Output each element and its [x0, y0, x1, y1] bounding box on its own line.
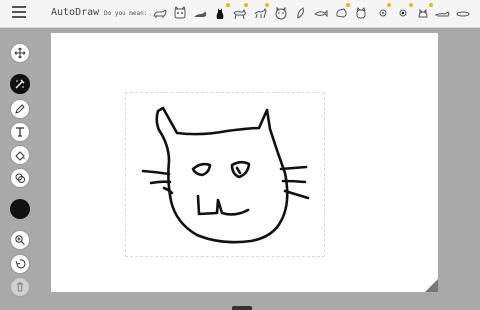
cat-head-icon[interactable] [333, 5, 349, 21]
autodraw-icon[interactable] [10, 74, 30, 94]
cat-face-round-icon[interactable] [273, 5, 289, 21]
cat-outline-icon[interactable] [415, 5, 431, 21]
trash-icon[interactable] [10, 277, 30, 297]
leaf-icon[interactable] [293, 5, 309, 21]
cat-walking-icon[interactable] [232, 5, 248, 21]
color-picker[interactable] [10, 199, 30, 219]
suggestion-dot [346, 3, 350, 7]
cat-face-small-icon[interactable] [353, 5, 369, 21]
top-bar: AutoDraw Do you mean: [0, 0, 480, 28]
bottom-tab[interactable] [232, 306, 252, 310]
fill-icon[interactable] [10, 145, 30, 165]
shape-icon[interactable] [10, 168, 30, 188]
zoom-icon[interactable] [10, 230, 30, 250]
app-title: AutoDraw [51, 7, 100, 18]
left-toolbar [0, 28, 40, 310]
cat-lying-icon[interactable] [192, 5, 208, 21]
text-icon[interactable] [10, 122, 30, 142]
cat-standing-icon[interactable] [252, 5, 268, 21]
suggestion-dot [387, 3, 391, 7]
suggestion-dot [226, 3, 230, 7]
move-icon[interactable] [10, 43, 30, 63]
suggestion-dot [244, 3, 248, 7]
eye-icon[interactable] [375, 5, 391, 21]
suggestion-dot [409, 3, 413, 7]
menu-icon[interactable] [12, 6, 26, 20]
resize-handle-icon[interactable] [425, 279, 438, 292]
suggestion-dot [429, 3, 433, 7]
pencil-icon[interactable] [10, 99, 30, 119]
suggestions-prompt: Do you mean: [104, 10, 148, 17]
undo-icon[interactable] [10, 254, 30, 274]
cat-sitting-icon[interactable] [212, 5, 228, 21]
owl-icon[interactable] [395, 5, 411, 21]
cat-icon[interactable] [152, 5, 168, 21]
fish-flat-icon[interactable] [455, 5, 471, 21]
cat-face-icon[interactable] [172, 5, 188, 21]
cat-drawing [141, 106, 310, 244]
cat-stretch-icon[interactable] [434, 5, 451, 21]
suggestion-dot [265, 3, 269, 7]
fish-icon[interactable] [313, 5, 329, 21]
drawing-canvas[interactable] [51, 33, 438, 292]
